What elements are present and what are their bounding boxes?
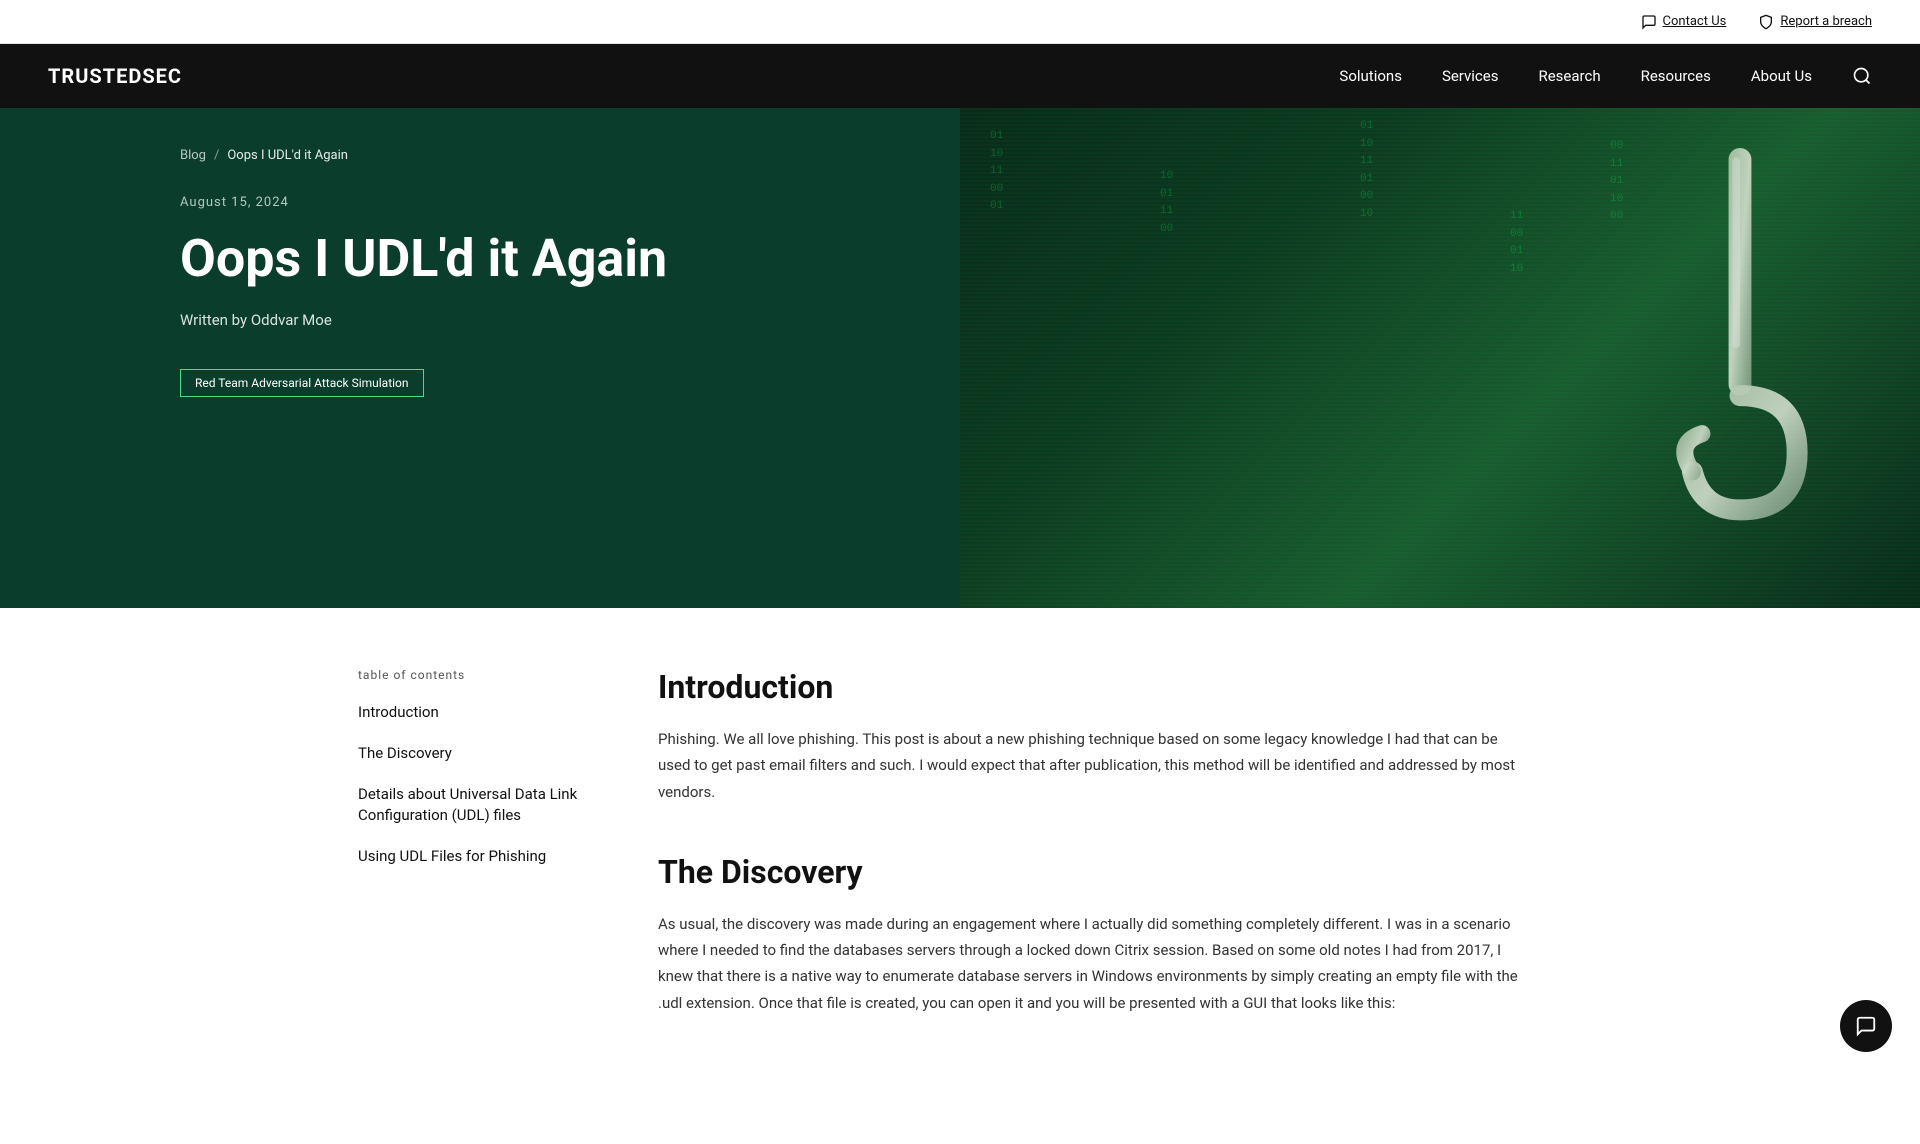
toc-item-discovery[interactable]: The Discovery xyxy=(358,743,598,764)
article-body: Introduction Phishing. We all love phish… xyxy=(658,668,1518,1064)
main-navbar: TRUSTEDSEC Solutions Services Research R… xyxy=(0,44,1920,108)
contact-label: Contact Us xyxy=(1663,14,1727,29)
nav-item-services[interactable]: Services xyxy=(1442,67,1499,85)
section-body-introduction: Phishing. We all love phishing. This pos… xyxy=(658,726,1518,805)
toc-item-udl-details[interactable]: Details about Universal Data Link Config… xyxy=(358,784,598,826)
breadcrumb: Blog / Oops I UDL'd it Again xyxy=(180,148,900,163)
chat-button[interactable] xyxy=(1840,1000,1892,1052)
report-breach-link[interactable]: Report a breach xyxy=(1758,14,1872,30)
author-prefix: Written by xyxy=(180,311,251,329)
section-heading-introduction: Introduction xyxy=(658,668,1518,706)
section-body-discovery: As usual, the discovery was made during … xyxy=(658,911,1518,1016)
toc-item-using-udl[interactable]: Using UDL Files for Phishing xyxy=(358,846,598,867)
nav-item-research[interactable]: Research xyxy=(1538,67,1600,85)
nav-menu: Solutions Services Research Resources Ab… xyxy=(1339,66,1872,86)
report-label: Report a breach xyxy=(1780,14,1872,29)
breadcrumb-current-page: Oops I UDL'd it Again xyxy=(227,148,348,163)
author-name: Oddvar Moe xyxy=(251,311,332,329)
chat-bubble-icon xyxy=(1855,1015,1877,1037)
brand-logo[interactable]: TRUSTEDSEC xyxy=(48,64,182,88)
article-author: Written by Oddvar Moe xyxy=(180,311,900,329)
toc-item-introduction[interactable]: Introduction xyxy=(358,702,598,723)
contact-us-link[interactable]: Contact Us xyxy=(1641,14,1727,30)
hero-section: Blog / Oops I UDL'd it Again August 15, … xyxy=(0,108,1920,608)
chat-icon xyxy=(1641,14,1657,30)
nav-item-resources[interactable]: Resources xyxy=(1641,67,1711,85)
nav-item-solutions[interactable]: Solutions xyxy=(1339,67,1402,85)
shield-icon xyxy=(1758,14,1774,30)
toc-label: Table of contents xyxy=(358,668,598,682)
section-introduction: Introduction Phishing. We all love phish… xyxy=(658,668,1518,805)
hero-image: 0110110001 10011100 011011010010 1100011… xyxy=(960,108,1920,608)
hero-content: Blog / Oops I UDL'd it Again August 15, … xyxy=(0,108,960,608)
main-content: Table of contents Introduction The Disco… xyxy=(310,608,1610,1144)
article-title: Oops I UDL'd it Again xyxy=(180,230,900,287)
breadcrumb-separator: / xyxy=(214,148,219,163)
search-button[interactable] xyxy=(1852,66,1872,86)
utility-bar: Contact Us Report a breach xyxy=(0,0,1920,44)
table-of-contents: Table of contents Introduction The Disco… xyxy=(358,668,598,1064)
article-tag[interactable]: Red Team Adversarial Attack Simulation xyxy=(180,369,424,397)
section-discovery: The Discovery As usual, the discovery wa… xyxy=(658,853,1518,1016)
section-heading-discovery: The Discovery xyxy=(658,853,1518,891)
article-date: August 15, 2024 xyxy=(180,195,900,210)
nav-item-about-us[interactable]: About Us xyxy=(1751,67,1812,85)
search-icon xyxy=(1852,66,1872,86)
hook-illustration xyxy=(1640,148,1840,548)
breadcrumb-blog[interactable]: Blog xyxy=(180,148,206,163)
